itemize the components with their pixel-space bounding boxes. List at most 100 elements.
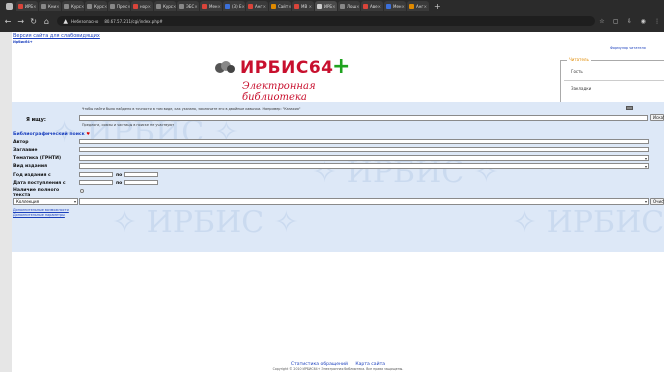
author-input[interactable] xyxy=(79,139,649,144)
extensions-icon[interactable]: ▢ xyxy=(609,18,623,25)
tab-bar: ИРБ × Кни × Курс × Курс × Прес × нор × Курс × ЭБС × Мен ×… xyxy=(0,0,664,12)
browser-tab[interactable]: Мен × xyxy=(384,1,406,11)
visually-impaired-link[interactable]: Версия сайта для слабовидящих xyxy=(13,33,100,39)
close-icon[interactable]: × xyxy=(241,4,244,9)
favicon-icon xyxy=(386,3,391,9)
browser-tab[interactable]: Курс × xyxy=(85,1,107,11)
date-to-input[interactable] xyxy=(124,180,158,185)
home-icon[interactable]: ⌂ xyxy=(42,17,52,26)
close-icon[interactable]: × xyxy=(56,4,59,9)
year-label: Год издания с xyxy=(13,173,51,178)
title-input[interactable] xyxy=(79,147,649,152)
back-icon[interactable]: ← xyxy=(3,17,13,26)
downloads-icon[interactable]: ⇩ xyxy=(623,18,637,25)
browser-tab[interactable]: Аве × xyxy=(361,1,383,11)
close-icon[interactable]: × xyxy=(309,4,312,9)
favicon-icon xyxy=(202,3,207,9)
browser-tab[interactable]: Сайт × xyxy=(269,1,291,11)
browser-tab[interactable]: Курс × xyxy=(154,1,176,11)
favicon-icon xyxy=(18,3,23,9)
keyboard-icon[interactable] xyxy=(626,106,633,110)
browser-tab[interactable]: ИРБ × xyxy=(315,1,337,11)
close-icon[interactable]: × xyxy=(194,4,197,9)
close-icon[interactable]: × xyxy=(288,4,291,9)
close-icon[interactable]: × xyxy=(127,4,130,9)
close-icon[interactable]: × xyxy=(104,4,107,9)
browser-tab[interactable]: Прес × xyxy=(108,1,130,11)
tab-title: Аве xyxy=(370,3,378,9)
favicon-icon xyxy=(87,3,92,9)
browser-tab[interactable]: Курс × xyxy=(62,1,84,11)
irbis-label: Ирбис64+ xyxy=(13,40,33,44)
search-hint-bottom: Предлоги, союзы и частицы в поиске не уч… xyxy=(82,123,175,127)
collection-value-select[interactable]: ▾ xyxy=(79,198,649,205)
collection-select[interactable]: Коллекция ▾ xyxy=(13,198,78,205)
i-search-label: Я ищу: xyxy=(26,117,46,123)
browser-tab[interactable]: (3) Е × xyxy=(223,1,245,11)
url-text[interactable]: 80.67.57.211/cgi/index.php# xyxy=(104,19,162,24)
close-icon[interactable]: × xyxy=(263,4,266,9)
reader-card-link[interactable]: Формуляр читателя xyxy=(610,46,646,50)
tab-title: Анг xyxy=(255,3,263,9)
advanced-link[interactable]: Дополнительные возможности xyxy=(13,208,69,212)
security-label: Небезопасно xyxy=(71,18,99,24)
close-icon[interactable]: × xyxy=(148,4,151,9)
date-from-input[interactable] xyxy=(79,180,113,185)
close-icon[interactable]: × xyxy=(33,4,36,9)
menu-icon[interactable]: ⋮ xyxy=(650,18,664,25)
browser-tab[interactable]: Анг × xyxy=(407,1,429,11)
favicon-icon xyxy=(64,3,69,9)
star-icon[interactable]: ☆ xyxy=(595,18,609,25)
favicon-icon xyxy=(294,3,299,9)
year-to-input[interactable] xyxy=(124,172,158,177)
logo-subtitle: Электронная библиотека xyxy=(242,81,316,103)
new-tab-icon[interactable]: + xyxy=(434,2,441,11)
year-po-label: по xyxy=(116,173,123,178)
search-button[interactable]: Искать xyxy=(650,114,664,121)
browser-tab[interactable]: Лош × xyxy=(338,1,360,11)
subject-label: Тематика (ГРНТИ) xyxy=(13,156,62,161)
close-icon[interactable]: × xyxy=(332,4,335,9)
heart-icon: ♥ xyxy=(86,131,90,136)
close-icon[interactable]: × xyxy=(378,4,381,9)
forward-icon[interactable]: → xyxy=(16,17,26,26)
close-icon[interactable]: × xyxy=(356,4,359,9)
favicon-icon xyxy=(340,3,345,9)
profile-icon[interactable]: ◉ xyxy=(636,18,650,25)
favicon-icon xyxy=(409,3,414,9)
author-label: Автор xyxy=(13,140,29,145)
browser-tab[interactable]: Мен × xyxy=(200,1,222,11)
close-icon[interactable]: × xyxy=(81,4,84,9)
window-menu-icon[interactable] xyxy=(6,2,13,10)
close-icon[interactable]: × xyxy=(218,4,221,9)
tab-title: Мен xyxy=(393,3,402,9)
bookmarks-link[interactable]: Закладки xyxy=(571,86,591,91)
browser-tab[interactable]: МВ × xyxy=(292,1,314,11)
browser-tab[interactable]: ЭБС × xyxy=(177,1,199,11)
publication-type-select[interactable]: ▾ xyxy=(79,163,649,169)
favicon-icon xyxy=(248,3,253,9)
close-icon[interactable]: × xyxy=(424,4,427,9)
fulltext-checkbox[interactable] xyxy=(80,189,84,193)
favicon-icon xyxy=(179,3,184,9)
favicon-icon xyxy=(225,3,230,9)
search-input[interactable] xyxy=(79,115,648,121)
extra-params-link[interactable]: Дополнительные параметры xyxy=(13,213,65,217)
browser-tab[interactable]: Анг × xyxy=(246,1,268,11)
browser-tab[interactable]: нор × xyxy=(131,1,153,11)
year-from-input[interactable] xyxy=(79,172,113,177)
address-bar[interactable]: ▲ Небезопасно 80.67.57.211/cgi/index.php… xyxy=(57,16,596,26)
reader-panel: Читатель Гость Закладки xyxy=(560,57,664,106)
subject-select[interactable]: ▾ xyxy=(79,155,649,161)
browser-tab[interactable]: ИРБ × xyxy=(16,1,38,11)
close-icon[interactable]: × xyxy=(173,4,176,9)
reload-icon[interactable]: ↻ xyxy=(29,17,39,26)
collection-value: Коллекция xyxy=(16,199,40,204)
browser-tab[interactable]: Кни × xyxy=(39,1,61,11)
clear-button[interactable]: Очистить xyxy=(650,198,664,205)
favicon-icon xyxy=(363,3,368,9)
tab-title: ИРБ xyxy=(324,3,333,9)
chevron-down-icon: ▾ xyxy=(644,164,647,169)
browser-chrome: ИРБ × Кни × Курс × Курс × Прес × нор × Курс × ЭБС × Мен ×… xyxy=(0,0,664,32)
close-icon[interactable]: × xyxy=(402,4,405,9)
